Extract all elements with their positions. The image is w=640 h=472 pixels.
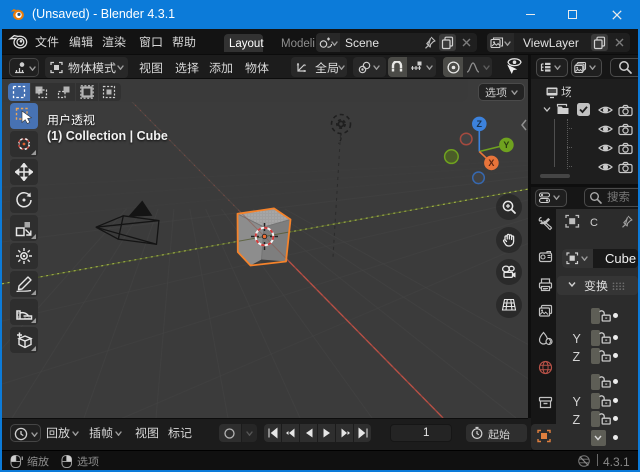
svg-text:Y: Y	[503, 140, 509, 150]
svg-text:Z: Z	[477, 119, 483, 129]
svg-text:X: X	[488, 158, 494, 168]
